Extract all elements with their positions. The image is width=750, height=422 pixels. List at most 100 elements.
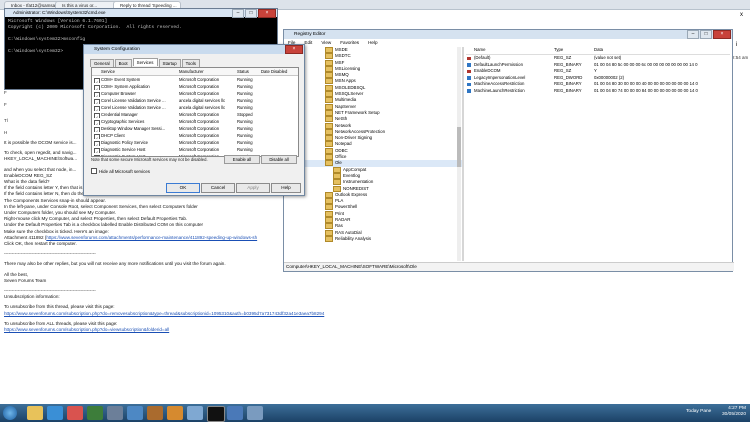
enable-all-button[interactable]: Enable all bbox=[224, 155, 260, 164]
menu-edit[interactable]: Edit bbox=[304, 39, 312, 46]
edge-text: Tl bbox=[4, 118, 8, 123]
help-button[interactable]: Help bbox=[271, 183, 301, 193]
start-button-icon[interactable] bbox=[3, 406, 17, 420]
column-header-type[interactable]: Type bbox=[554, 47, 594, 54]
registry-value-row[interactable]: (Default) REG_SZ (value not set) bbox=[466, 55, 730, 62]
scrollbar-thumb[interactable] bbox=[457, 127, 461, 167]
menu-favorites[interactable]: Favorites bbox=[340, 39, 359, 46]
ok-button[interactable]: OK bbox=[166, 183, 200, 193]
tab-boot[interactable]: Boot bbox=[114, 59, 132, 67]
taskbar-clock[interactable]: 4:27 PM 30/05/2020 bbox=[722, 406, 746, 418]
system-configuration-dialog[interactable]: System Configuration × General Boot Serv… bbox=[83, 44, 305, 196]
folder-icon bbox=[325, 141, 333, 148]
disable-all-button[interactable]: Disable all bbox=[261, 155, 297, 164]
minimize-icon[interactable]: – bbox=[687, 30, 699, 39]
regedit-taskbar-icon[interactable] bbox=[227, 406, 243, 420]
folder-icon bbox=[325, 65, 333, 72]
column-header-service[interactable]: Service bbox=[92, 68, 179, 75]
registry-value-row[interactable]: LegacyImpersonationLevel REG_DWORD 0x00000… bbox=[466, 75, 730, 82]
close-icon[interactable]: × bbox=[285, 45, 303, 54]
app-taskbar-icon[interactable] bbox=[167, 406, 183, 420]
service-date-disabled bbox=[261, 146, 298, 153]
apply-button[interactable]: Apply bbox=[236, 183, 270, 193]
registry-editor-window[interactable]: Registry Editor – □ × File Edit View Fav… bbox=[283, 29, 734, 272]
service-status: Running bbox=[237, 91, 253, 96]
service-row[interactable]: ✓ Credential Manager Microsoft Corporation… bbox=[92, 111, 298, 118]
app-taskbar-icon[interactable] bbox=[87, 406, 103, 420]
hide-microsoft-services[interactable]: Hide all Microsoft services bbox=[91, 167, 150, 174]
service-name-text: Credential Manager bbox=[101, 112, 138, 117]
app-taskbar-icon[interactable] bbox=[127, 406, 143, 420]
service-date-disabled bbox=[261, 111, 298, 118]
app-taskbar-icon[interactable] bbox=[107, 406, 123, 420]
service-name-text: Cryptographic Services bbox=[101, 119, 145, 124]
close-icon[interactable]: × bbox=[713, 30, 731, 39]
explorer-taskbar-icon[interactable] bbox=[27, 406, 43, 420]
registry-value-row[interactable]: MachineLaunchRestriction REG_BINARY 01 00 … bbox=[466, 88, 730, 95]
service-row[interactable]: ✓ DHCP Client Microsoft Corporation Running bbox=[92, 132, 298, 139]
registry-value-row[interactable]: MachineAccessRestriction REG_BINARY 01 00 … bbox=[466, 81, 730, 88]
app-taskbar-icon[interactable] bbox=[67, 406, 83, 420]
registry-value-row[interactable]: EnableDCOM REG_SZ Y bbox=[466, 68, 730, 75]
attachment-link[interactable]: https://www.sevenforums.com/attachments/… bbox=[46, 235, 257, 240]
today-pane-label[interactable]: Today Pane bbox=[686, 409, 711, 414]
registry-value-row[interactable]: DefaultLaunchPermission REG_BINARY 01 00 0… bbox=[466, 62, 730, 69]
maximize-icon[interactable]: □ bbox=[245, 9, 257, 18]
cmd-title-bar[interactable]: Administrator: C:\Windows\System32\cmd.e… bbox=[5, 9, 277, 18]
services-table[interactable]: Service Manufacturer Status Date Disable… bbox=[91, 67, 299, 157]
registry-key-label: Instrumentation bbox=[343, 179, 374, 185]
service-row[interactable]: ✓ Corel License Validation Service ... anc… bbox=[92, 97, 298, 104]
cancel-button[interactable]: Cancel bbox=[201, 183, 235, 193]
service-row[interactable]: ✓ Diagnostic Policy Service Microsoft Corp… bbox=[92, 139, 298, 146]
registry-key[interactable]: Reliability Analysis bbox=[285, 235, 462, 242]
service-name-text: COM+ Event System bbox=[101, 77, 141, 82]
registry-values-pane[interactable]: Name Type Data (Default) REG_SZ (value not… bbox=[466, 47, 730, 261]
syscfg-window-buttons: × bbox=[285, 45, 303, 54]
registry-key-label: Outlook Express bbox=[335, 191, 368, 197]
minimize-icon[interactable]: – bbox=[232, 9, 244, 18]
service-row[interactable]: ✓ COM+ System Application Microsoft Corpor… bbox=[92, 83, 298, 90]
menu-help[interactable]: Help bbox=[368, 39, 377, 46]
unsubscribe-all-link[interactable]: https://www.sevenforums.com/subscription… bbox=[4, 327, 444, 333]
app-taskbar-icon[interactable] bbox=[147, 406, 163, 420]
registry-key-label: NetworkAccessProtection bbox=[335, 129, 386, 135]
registry-tree[interactable]: MSDE MSDTC MSF MSLicensing MSMQ MSN Apps MSOLE… bbox=[285, 47, 464, 261]
service-row[interactable]: ✓ Diagnostic Service Host Microsoft Corpor… bbox=[92, 146, 298, 153]
service-row[interactable]: ✓ Computer Browser Microsoft Corporation Ru… bbox=[92, 90, 298, 97]
service-row[interactable]: ✓ Desktop Window Manager Sessi... Microsof… bbox=[92, 125, 298, 132]
column-header-data[interactable]: Data bbox=[594, 47, 724, 54]
menu-view[interactable]: View bbox=[321, 39, 331, 46]
tab-general[interactable]: General bbox=[90, 59, 114, 67]
column-header-manufacturer[interactable]: Manufacturer bbox=[179, 68, 237, 75]
ie-taskbar-icon[interactable] bbox=[47, 406, 63, 420]
column-header-name[interactable]: Name bbox=[466, 47, 554, 54]
service-row[interactable]: ✓ COM+ Event System Microsoft Corporation R… bbox=[92, 76, 298, 83]
syscfg-title-bar[interactable]: System Configuration × bbox=[84, 45, 304, 54]
binary-value-icon bbox=[467, 63, 471, 67]
maximize-icon[interactable]: □ bbox=[700, 30, 712, 39]
tree-scrollbar[interactable] bbox=[457, 47, 461, 261]
folder-icon bbox=[325, 116, 333, 123]
regedit-title-bar[interactable]: Registry Editor – □ × bbox=[284, 30, 732, 39]
registry-key-label: NONREDIST bbox=[343, 185, 369, 191]
values-header: Name Type Data bbox=[466, 47, 730, 55]
tab-tools[interactable]: Tools bbox=[181, 59, 200, 67]
column-header-status[interactable]: Status bbox=[237, 68, 261, 75]
close-icon[interactable]: × bbox=[258, 9, 276, 18]
service-manufacturer: Microsoft Corporation bbox=[179, 147, 220, 152]
msconfig-taskbar-icon[interactable] bbox=[247, 406, 263, 420]
tab-startup[interactable]: Startup bbox=[158, 59, 181, 67]
service-row[interactable]: ✓ Cryptographic Services Microsoft Corpora… bbox=[92, 118, 298, 125]
folder-icon bbox=[325, 135, 333, 142]
tab-services[interactable]: Services bbox=[132, 58, 158, 66]
app-taskbar-icon[interactable] bbox=[187, 406, 203, 420]
browser-info-icon[interactable]: i bbox=[736, 42, 737, 48]
value-name: (Default) bbox=[466, 55, 554, 62]
column-header-date-disabled[interactable]: Date Disabled bbox=[261, 68, 298, 75]
service-name-text: Diagnostic Policy Service bbox=[101, 140, 149, 145]
browser-close-icon[interactable]: x bbox=[740, 12, 743, 18]
service-row[interactable]: ✓ Corel License Validation Service ... anc… bbox=[92, 104, 298, 111]
service-manufacturer: Microsoft Corporation bbox=[179, 91, 220, 96]
hide-ms-checkbox[interactable] bbox=[91, 168, 97, 174]
cmd-taskbar-icon[interactable] bbox=[207, 406, 225, 422]
